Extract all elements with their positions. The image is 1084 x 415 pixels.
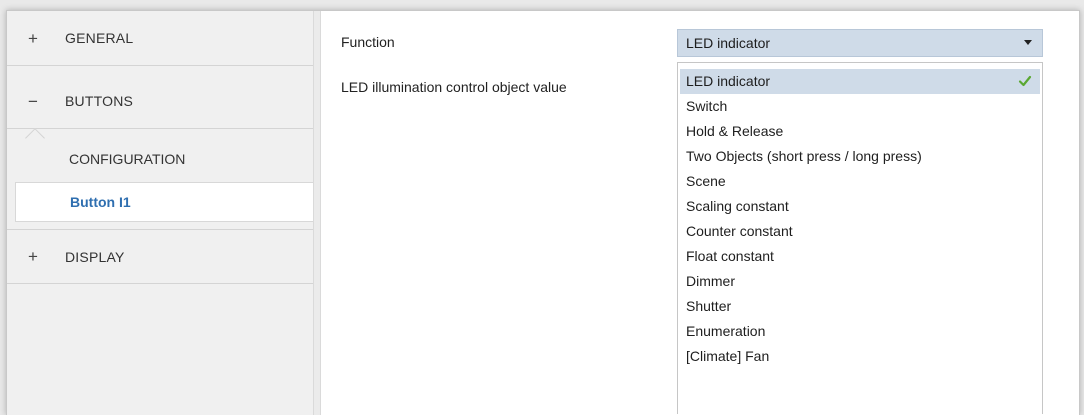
dialog-window: + GENERAL − BUTTONS CONFIGURATION Button… [6,10,1080,415]
sidebar-item-buttons[interactable]: − BUTTONS [7,74,313,129]
dropdown-option[interactable]: Float constant [678,244,1042,269]
sidebar-item-label: GENERAL [65,30,134,46]
sidebar-item-display[interactable]: + DISPLAY [7,229,313,284]
dropdown-option[interactable]: [Climate] Fan [678,344,1042,369]
plus-icon: + [28,247,38,266]
dropdown-option[interactable]: Counter constant [678,219,1042,244]
dropdown-option[interactable]: Shutter [678,294,1042,319]
checkmark-icon [1018,75,1032,87]
sidebar-item-label: DISPLAY [65,248,125,265]
led-illumination-label: LED illumination control object value [341,79,567,95]
minus-icon: − [28,91,38,111]
dropdown-option[interactable]: LED indicator [680,69,1040,94]
sidebar-item-label: BUTTONS [65,93,134,109]
dropdown-option[interactable]: Scaling constant [678,194,1042,219]
dropdown-option[interactable]: Switch [678,94,1042,119]
dropdown-option[interactable]: Enumeration [678,319,1042,344]
sidebar-item-label: Button I1 [70,194,131,210]
dropdown-option[interactable]: Two Objects (short press / long press) [678,144,1042,169]
plus-icon: + [28,28,38,48]
sidebar: + GENERAL − BUTTONS CONFIGURATION Button… [7,11,315,415]
dropdown-option[interactable]: Scene [678,169,1042,194]
function-dropdown-list: LED indicator Switch Hold & Release Two … [677,62,1043,414]
caret-down-icon[interactable] [1024,40,1032,45]
section-notch [25,127,47,139]
function-select-value: LED indicator [686,35,771,51]
function-label: Function [341,34,395,50]
sidebar-item-button-i1[interactable]: Button I1 [15,182,315,222]
pane-splitter[interactable] [313,11,321,415]
dropdown-option[interactable]: Dimmer [678,269,1042,294]
sidebar-item-general[interactable]: + GENERAL [7,11,313,66]
sidebar-item-label: CONFIGURATION [69,151,186,167]
function-select[interactable]: LED indicator [677,29,1043,57]
sidebar-item-configuration[interactable]: CONFIGURATION [7,139,313,179]
parameters-panel: Function LED illumination control object… [321,11,1079,415]
dropdown-option[interactable]: Hold & Release [678,119,1042,144]
